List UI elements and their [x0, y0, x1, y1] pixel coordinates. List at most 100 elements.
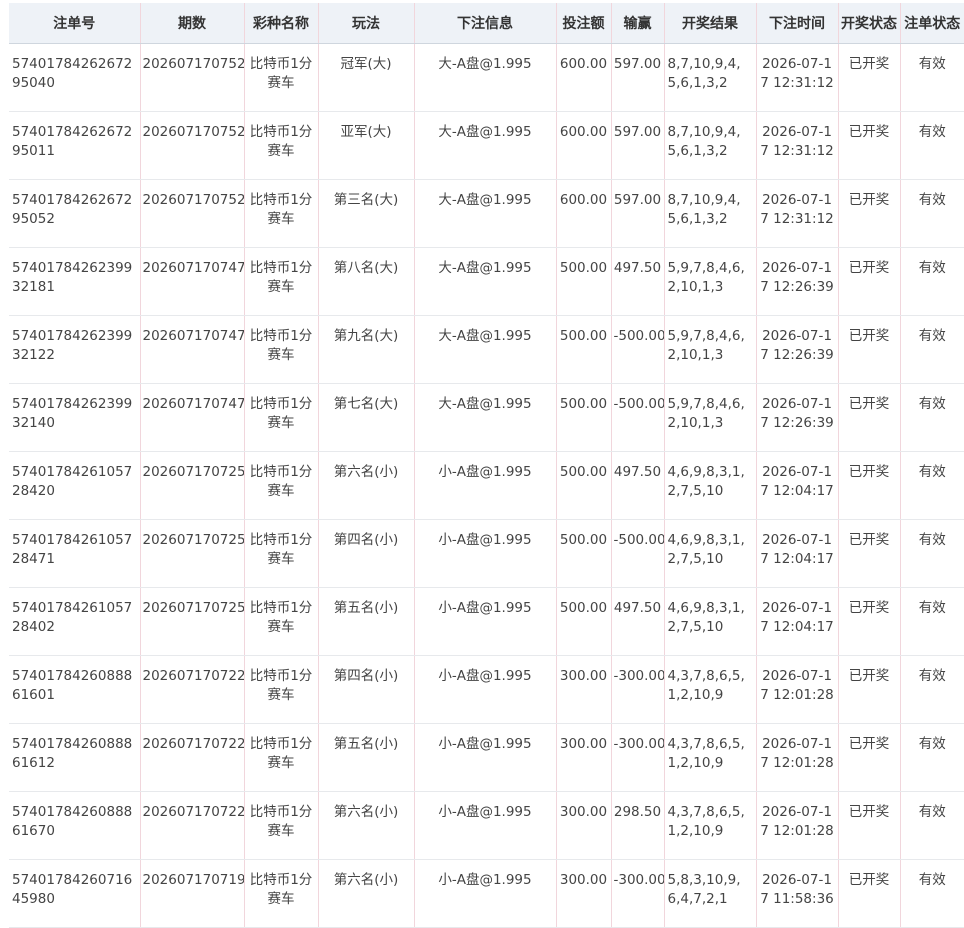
- table-header-row: 注单号 期数 彩种名称 玩法 下注信息 投注额 输赢 开奖结果 下注时间 开奖状…: [9, 3, 964, 44]
- play-type-cell: 第五名(小): [318, 723, 415, 792]
- bet-time-cell: 2026-07-17 12:04:17: [756, 587, 839, 656]
- period-cell: 202607170747: [140, 383, 245, 452]
- lottery-name-cell: 比特币1分赛车: [244, 111, 319, 180]
- period-cell: 202607170722: [140, 655, 245, 724]
- draw-status-cell: 已开奖: [838, 859, 901, 928]
- win-loss-cell: -300.00: [611, 859, 665, 928]
- draw-result-cell: 8,7,10,9,4,5,6,1,3,2: [664, 111, 757, 180]
- bet-time-cell: 2026-07-17 12:31:12: [756, 111, 839, 180]
- order-status-cell: 有效: [900, 587, 964, 656]
- table-row: 5740178426105728420 202607170725 比特币1分赛车…: [9, 451, 964, 520]
- bet-time-cell: 2026-07-17 12:01:28: [756, 723, 839, 792]
- period-cell: 202607170722: [140, 723, 245, 792]
- draw-result-cell: 5,8,3,10,9,6,4,7,2,1: [664, 859, 757, 928]
- draw-status-cell: 已开奖: [838, 247, 901, 316]
- bet-info-cell: 大-A盘@1.995: [414, 43, 557, 112]
- header-bet-info: 下注信息: [414, 3, 557, 44]
- play-type-cell: 亚军(大): [318, 111, 415, 180]
- order-status-cell: 有效: [900, 859, 964, 928]
- bet-amount-cell: 500.00: [556, 315, 612, 384]
- period-cell: 202607170725: [140, 519, 245, 588]
- bet-amount-cell: 500.00: [556, 587, 612, 656]
- play-type-cell: 第三名(大): [318, 179, 415, 248]
- lottery-name-cell: 比特币1分赛车: [244, 655, 319, 724]
- order-status-cell: 有效: [900, 247, 964, 316]
- bet-time-cell: 2026-07-17 12:31:12: [756, 179, 839, 248]
- header-play-type: 玩法: [318, 3, 415, 44]
- order-no-cell: 5740178426105728402: [9, 587, 141, 656]
- bet-time-cell: 2026-07-17 12:04:17: [756, 451, 839, 520]
- win-loss-cell: 597.00: [611, 43, 665, 112]
- header-period: 期数: [140, 3, 245, 44]
- lottery-name-cell: 比特币1分赛车: [244, 315, 319, 384]
- period-cell: 202607170752: [140, 43, 245, 112]
- order-no-cell: 5740178426088861612: [9, 723, 141, 792]
- table-body: 5740178426267295040 202607170752 比特币1分赛车…: [9, 43, 964, 928]
- bet-time-cell: 2026-07-17 12:31:12: [756, 43, 839, 112]
- table-row: 5740178426239932140 202607170747 比特币1分赛车…: [9, 383, 964, 452]
- order-status-cell: 有效: [900, 723, 964, 792]
- play-type-cell: 第六名(小): [318, 451, 415, 520]
- bet-info-cell: 大-A盘@1.995: [414, 383, 557, 452]
- win-loss-cell: 497.50: [611, 451, 665, 520]
- play-type-cell: 第九名(大): [318, 315, 415, 384]
- table-row: 5740178426088861601 202607170722 比特币1分赛车…: [9, 655, 964, 724]
- bet-amount-cell: 500.00: [556, 247, 612, 316]
- draw-result-cell: 5,9,7,8,4,6,2,10,1,3: [664, 383, 757, 452]
- table-row: 5740178426071645980 202607170719 比特币1分赛车…: [9, 859, 964, 928]
- draw-status-cell: 已开奖: [838, 383, 901, 452]
- draw-status-cell: 已开奖: [838, 111, 901, 180]
- draw-status-cell: 已开奖: [838, 587, 901, 656]
- draw-status-cell: 已开奖: [838, 519, 901, 588]
- bet-info-cell: 小-A盘@1.995: [414, 655, 557, 724]
- table-row: 5740178426105728471 202607170725 比特币1分赛车…: [9, 519, 964, 588]
- bet-records-table: 注单号 期数 彩种名称 玩法 下注信息 投注额 输赢 开奖结果 下注时间 开奖状…: [9, 3, 964, 928]
- period-cell: 202607170719: [140, 859, 245, 928]
- win-loss-cell: 298.50: [611, 791, 665, 860]
- draw-result-cell: 4,6,9,8,3,1,2,7,5,10: [664, 519, 757, 588]
- order-status-cell: 有效: [900, 383, 964, 452]
- bet-time-cell: 2026-07-17 12:26:39: [756, 315, 839, 384]
- bet-info-cell: 小-A盘@1.995: [414, 519, 557, 588]
- order-no-cell: 5740178426239932181: [9, 247, 141, 316]
- draw-result-cell: 5,9,7,8,4,6,2,10,1,3: [664, 247, 757, 316]
- header-draw-result: 开奖结果: [664, 3, 757, 44]
- table-row: 5740178426088861612 202607170722 比特币1分赛车…: [9, 723, 964, 792]
- period-cell: 202607170722: [140, 791, 245, 860]
- bet-info-cell: 小-A盘@1.995: [414, 587, 557, 656]
- play-type-cell: 第八名(大): [318, 247, 415, 316]
- draw-result-cell: 4,3,7,8,6,5,1,2,10,9: [664, 791, 757, 860]
- win-loss-cell: 597.00: [611, 179, 665, 248]
- bet-info-cell: 小-A盘@1.995: [414, 451, 557, 520]
- table-row: 5740178426267295052 202607170752 比特币1分赛车…: [9, 179, 964, 248]
- draw-status-cell: 已开奖: [838, 315, 901, 384]
- header-win-loss: 输赢: [611, 3, 665, 44]
- header-lottery-name: 彩种名称: [244, 3, 319, 44]
- bet-amount-cell: 500.00: [556, 383, 612, 452]
- bet-amount-cell: 300.00: [556, 859, 612, 928]
- play-type-cell: 第五名(小): [318, 587, 415, 656]
- order-no-cell: 5740178426239932122: [9, 315, 141, 384]
- draw-result-cell: 8,7,10,9,4,5,6,1,3,2: [664, 179, 757, 248]
- order-no-cell: 5740178426267295040: [9, 43, 141, 112]
- win-loss-cell: -500.00: [611, 315, 665, 384]
- lottery-name-cell: 比特币1分赛车: [244, 587, 319, 656]
- bet-time-cell: 2026-07-17 12:01:28: [756, 791, 839, 860]
- bet-amount-cell: 600.00: [556, 179, 612, 248]
- draw-status-cell: 已开奖: [838, 723, 901, 792]
- draw-status-cell: 已开奖: [838, 179, 901, 248]
- order-no-cell: 5740178426105728471: [9, 519, 141, 588]
- draw-status-cell: 已开奖: [838, 43, 901, 112]
- header-order-no: 注单号: [9, 3, 141, 44]
- order-no-cell: 5740178426071645980: [9, 859, 141, 928]
- bet-info-cell: 大-A盘@1.995: [414, 315, 557, 384]
- win-loss-cell: 497.50: [611, 587, 665, 656]
- period-cell: 202607170725: [140, 587, 245, 656]
- lottery-name-cell: 比特币1分赛车: [244, 723, 319, 792]
- table-row: 5740178426105728402 202607170725 比特币1分赛车…: [9, 587, 964, 656]
- table-row: 5740178426267295040 202607170752 比特币1分赛车…: [9, 43, 964, 112]
- play-type-cell: 第四名(小): [318, 655, 415, 724]
- table-row: 5740178426239932181 202607170747 比特币1分赛车…: [9, 247, 964, 316]
- period-cell: 202607170747: [140, 247, 245, 316]
- header-bet-time: 下注时间: [756, 3, 839, 44]
